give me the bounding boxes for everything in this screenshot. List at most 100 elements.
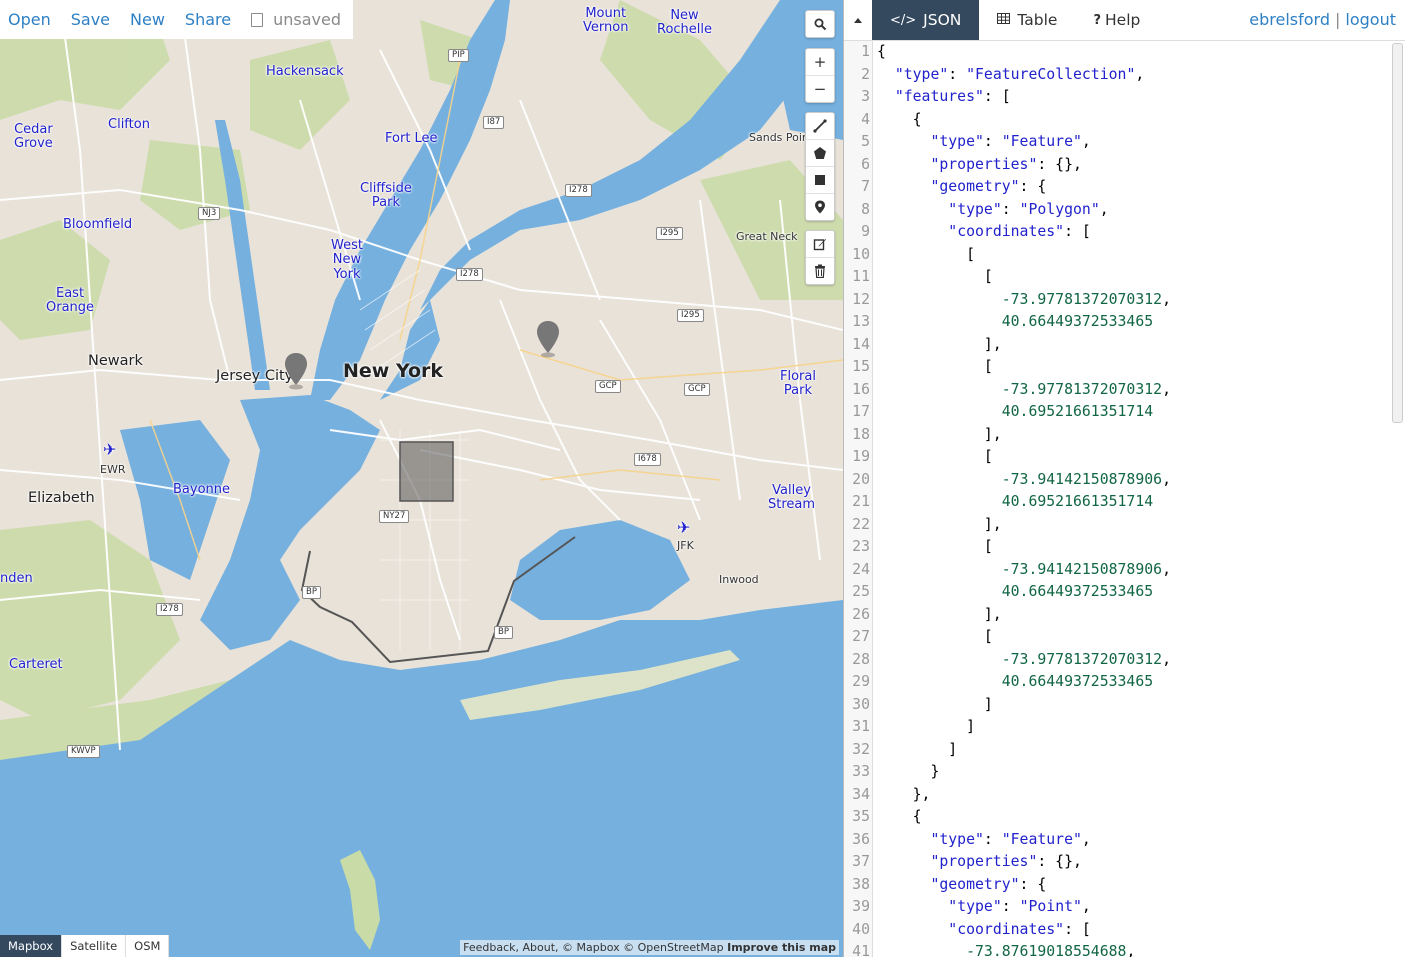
tab-help[interactable]: ? Help bbox=[1075, 0, 1158, 40]
code-line[interactable]: ], bbox=[877, 334, 1391, 357]
road-shield: GCP bbox=[595, 380, 621, 393]
code-line[interactable]: [ bbox=[877, 356, 1391, 379]
draw-polygon-button[interactable] bbox=[806, 140, 834, 167]
code-line[interactable]: -73.97781372070312, bbox=[877, 649, 1391, 672]
tab-json[interactable]: </> JSON bbox=[872, 0, 980, 40]
code-line[interactable]: [ bbox=[877, 446, 1391, 469]
json-editor[interactable]: 1 2 3 4 5 6 7 8 9 10 11 12 13 14 15 16 17 18 19 20 21 22 23 24 2… bbox=[844, 41, 1405, 957]
code-line[interactable]: "type": "Point", bbox=[877, 896, 1391, 919]
airport-icon: ✈ bbox=[103, 440, 117, 459]
place-label: Cedar Grove bbox=[14, 122, 53, 152]
attribution-text[interactable]: Feedback, About, © Mapbox © OpenStreetMa… bbox=[463, 941, 724, 954]
share-button[interactable]: Share bbox=[185, 10, 231, 29]
road-shield: BP bbox=[494, 626, 513, 639]
code-line[interactable]: [ bbox=[877, 626, 1391, 649]
collapse-panel-button[interactable] bbox=[844, 0, 872, 40]
code-line[interactable]: ], bbox=[877, 424, 1391, 447]
map-marker-icon[interactable] bbox=[536, 320, 560, 358]
line-number: 32 bbox=[852, 740, 870, 758]
draw-line-button[interactable] bbox=[806, 113, 834, 140]
code-content[interactable]: { "type": "FeatureCollection", "features… bbox=[877, 41, 1391, 957]
code-line[interactable]: -73.97781372070312, bbox=[877, 379, 1391, 402]
code-line[interactable]: -73.87619018554688, bbox=[877, 941, 1391, 957]
open-button[interactable]: Open bbox=[8, 10, 51, 29]
tab-table[interactable]: Table bbox=[979, 0, 1075, 40]
place-label: Inwood bbox=[719, 573, 759, 586]
code-line[interactable]: "type": "Feature", bbox=[877, 131, 1391, 154]
place-label: Cliffside Park bbox=[360, 181, 412, 211]
code-line[interactable]: [ bbox=[877, 266, 1391, 289]
zoom-out-button[interactable]: − bbox=[806, 76, 834, 102]
line-number: 16 bbox=[852, 380, 870, 398]
draw-rectangle-button[interactable] bbox=[806, 167, 834, 194]
code-line[interactable]: -73.94142150878906, bbox=[877, 469, 1391, 492]
layer-osm-button[interactable]: OSM bbox=[126, 935, 170, 957]
code-line[interactable]: [ bbox=[877, 536, 1391, 559]
line-number: 18 bbox=[852, 425, 870, 443]
new-button[interactable]: New bbox=[130, 10, 165, 29]
code-line[interactable]: 40.66449372533465 bbox=[877, 311, 1391, 334]
road-shield: I278 bbox=[456, 268, 483, 281]
road-shield: I678 bbox=[634, 453, 661, 466]
line-number: 14 bbox=[852, 335, 870, 353]
code-icon: </> bbox=[890, 12, 917, 28]
code-line[interactable]: }, bbox=[877, 784, 1391, 807]
code-line[interactable]: "geometry": { bbox=[877, 176, 1391, 199]
code-line[interactable]: "type": "FeatureCollection", bbox=[877, 64, 1391, 87]
editor-scrollbar[interactable] bbox=[1392, 43, 1403, 423]
place-label: Mount Vernon bbox=[583, 6, 629, 36]
line-number: 33 bbox=[852, 763, 870, 780]
code-line[interactable]: ], bbox=[877, 514, 1391, 537]
edit-layers-button[interactable] bbox=[806, 231, 834, 258]
place-label: East Orange bbox=[46, 286, 95, 316]
improve-map-link[interactable]: Improve this map bbox=[727, 941, 836, 954]
username-link[interactable]: ebrelsford bbox=[1249, 10, 1330, 29]
delete-layers-button[interactable] bbox=[806, 258, 834, 284]
zoom-in-button[interactable]: + bbox=[806, 49, 834, 76]
code-line[interactable]: "geometry": { bbox=[877, 874, 1391, 897]
code-line[interactable]: { bbox=[877, 41, 1391, 64]
code-line[interactable]: "properties": {}, bbox=[877, 851, 1391, 874]
line-number: 36 bbox=[852, 830, 870, 848]
code-line[interactable]: 40.69521661351714 bbox=[877, 491, 1391, 514]
line-number: 38 bbox=[852, 875, 870, 893]
code-line[interactable]: ] bbox=[877, 739, 1391, 762]
polygon-feature[interactable] bbox=[399, 441, 454, 502]
map-marker-icon[interactable] bbox=[284, 352, 308, 390]
place-label: West New York bbox=[331, 238, 363, 282]
code-line[interactable]: "type": "Polygon", bbox=[877, 199, 1391, 222]
code-line[interactable]: 40.66449372533465 bbox=[877, 581, 1391, 604]
place-label: EWR bbox=[100, 463, 126, 476]
code-line[interactable]: ], bbox=[877, 604, 1391, 627]
save-button[interactable]: Save bbox=[71, 10, 110, 29]
logout-link[interactable]: logout bbox=[1345, 10, 1396, 29]
save-status-label: unsaved bbox=[273, 10, 341, 29]
code-line[interactable]: { bbox=[877, 109, 1391, 132]
code-line[interactable]: "properties": {}, bbox=[877, 154, 1391, 177]
line-number: 27 bbox=[852, 628, 870, 645]
line-number: 8 bbox=[861, 200, 870, 218]
line-number: 39 bbox=[852, 898, 870, 915]
place-label: Clifton bbox=[108, 117, 150, 132]
code-line[interactable]: } bbox=[877, 761, 1391, 784]
code-line[interactable]: -73.94142150878906, bbox=[877, 559, 1391, 582]
layer-mapbox-button[interactable]: Mapbox bbox=[0, 935, 63, 957]
draw-marker-button[interactable] bbox=[806, 194, 834, 220]
code-line[interactable]: { bbox=[877, 806, 1391, 829]
place-label: Elizabeth bbox=[28, 490, 95, 506]
code-line[interactable]: "coordinates": [ bbox=[877, 221, 1391, 244]
code-line[interactable]: 40.66449372533465 bbox=[877, 671, 1391, 694]
code-line[interactable]: -73.97781372070312, bbox=[877, 289, 1391, 312]
map[interactable]: Mount Vernon New Rochelle Hackensack Cedar… bbox=[0, 0, 843, 957]
code-line[interactable]: [ bbox=[877, 244, 1391, 267]
code-line[interactable]: 40.69521661351714 bbox=[877, 401, 1391, 424]
code-line[interactable]: "features": [ bbox=[877, 86, 1391, 109]
code-line[interactable]: ] bbox=[877, 694, 1391, 717]
separator: | bbox=[1335, 10, 1341, 29]
search-button[interactable] bbox=[806, 11, 834, 37]
code-line[interactable]: ] bbox=[877, 716, 1391, 739]
code-line[interactable]: "type": "Feature", bbox=[877, 829, 1391, 852]
layer-satellite-button[interactable]: Satellite bbox=[62, 935, 127, 957]
code-line[interactable]: "coordinates": [ bbox=[877, 919, 1391, 942]
place-label: Great Neck bbox=[736, 230, 798, 243]
